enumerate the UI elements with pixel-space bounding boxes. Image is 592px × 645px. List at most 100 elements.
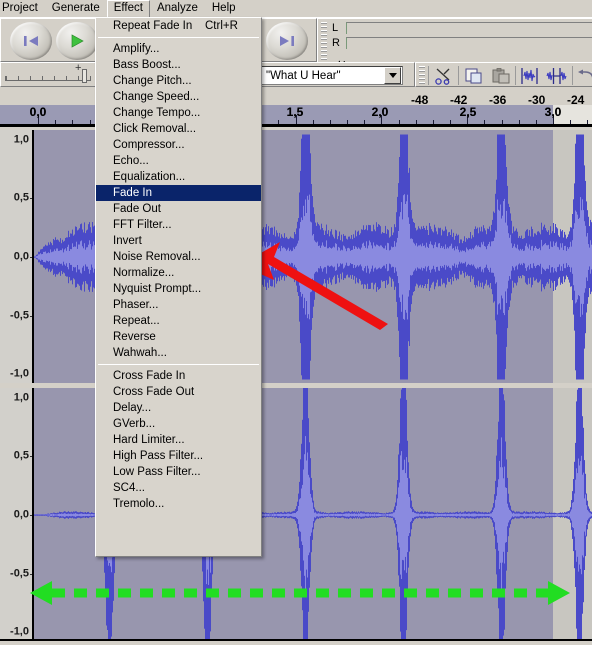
device-toolbar: "What U Hear"	[255, 62, 415, 87]
menu-item-normalize[interactable]: Normalize...	[96, 265, 261, 281]
input-device-select[interactable]: "What U Hear"	[261, 66, 403, 85]
menu-generate[interactable]: Generate	[45, 0, 107, 17]
play-icon	[71, 34, 84, 48]
menu-item-change-tempo[interactable]: Change Tempo...	[96, 105, 261, 121]
trim-outside-icon	[521, 67, 538, 84]
cut-button[interactable]	[431, 65, 457, 86]
undo-button[interactable]	[574, 65, 592, 86]
menu-item-compressor[interactable]: Compressor...	[96, 137, 261, 153]
track-right-channel[interactable]: 1,0 0,5 0,0 -0,5 -1,0	[0, 388, 592, 641]
menu-item-label: Low Pass Filter...	[113, 466, 201, 478]
ruler-label-4: 3,0	[544, 105, 562, 119]
menu-item-low-pass-filter[interactable]: Low Pass Filter...	[96, 464, 261, 480]
menu-help[interactable]: Help	[205, 0, 243, 17]
vlabel-t1-2: 0,0	[13, 250, 29, 263]
menu-item-phaser[interactable]: Phaser...	[96, 297, 261, 313]
track-left-channel[interactable]: 1,0 0,5 0,0 -0,5 -1,0	[0, 130, 592, 383]
edit-toolbar-grip[interactable]	[419, 66, 425, 84]
menu-item-label: Reverse	[113, 331, 156, 343]
menu-item-tremolo[interactable]: Tremolo...	[96, 496, 261, 512]
menu-item-gverb[interactable]: GVerb...	[96, 416, 261, 432]
menu-item-wahwah[interactable]: Wahwah...	[96, 345, 261, 361]
menu-item-fade-in[interactable]: Fade In	[96, 185, 261, 201]
menu-item-cross-fade-out[interactable]: Cross Fade Out	[96, 384, 261, 400]
menu-item-label: Compressor...	[113, 139, 185, 151]
copy-button[interactable]	[461, 65, 487, 86]
menu-item-label: Change Tempo...	[113, 107, 201, 119]
copy-icon	[465, 68, 482, 83]
menu-item-label: GVerb...	[113, 418, 156, 430]
menu-item-high-pass-filter[interactable]: High Pass Filter...	[96, 448, 261, 464]
menu-item-reverse[interactable]: Reverse	[96, 329, 261, 345]
menu-item-nyquist-prompt[interactable]: Nyquist Prompt...	[96, 281, 261, 297]
effect-dropdown-menu[interactable]: Repeat Fade In Ctrl+R Amplify... Bass Boo…	[95, 17, 262, 557]
gain-slider-toolbar: +	[0, 62, 104, 87]
gain-slider-track[interactable]	[5, 76, 91, 81]
menu-item-invert[interactable]: Invert	[96, 233, 261, 249]
menu-group-plugin-effects: Cross Fade In Cross Fade Out Delay... GVerb…	[96, 368, 261, 512]
meter-channel-label-r: R	[332, 37, 340, 49]
silence-button[interactable]	[544, 65, 570, 86]
menu-item-label: Hard Limiter...	[113, 434, 185, 446]
vlabel-t2-3: -0,5	[10, 567, 29, 580]
menu-item-label: High Pass Filter...	[113, 450, 204, 462]
menu-item-noise-removal[interactable]: Noise Removal...	[96, 249, 261, 265]
gain-plus-label: +	[75, 62, 82, 74]
menu-item-fft-filter[interactable]: FFT Filter...	[96, 217, 261, 233]
menu-project[interactable]: Project	[0, 0, 45, 17]
transport-toolbar-right	[255, 18, 317, 62]
vertical-ruler-track2: 1,0 0,5 0,0 -0,5 -1,0	[0, 388, 33, 641]
chevron-down-icon[interactable]	[384, 67, 401, 84]
menu-item-label: Delay...	[113, 402, 152, 414]
menu-analyze[interactable]: Analyze	[150, 0, 205, 17]
menu-item-equalization[interactable]: Equalization...	[96, 169, 261, 185]
menu-item-label: Invert	[113, 235, 142, 247]
transport-toolbar	[0, 18, 104, 62]
menu-item-echo[interactable]: Echo...	[96, 153, 261, 169]
scissors-icon	[435, 68, 450, 85]
trim-button[interactable]	[517, 65, 543, 86]
toolbar-area: + L R -48 -42 -36 -30 -24 "What U Hear"	[0, 17, 592, 107]
ruler-label-2: 2,0	[371, 105, 389, 119]
toolbar-divider	[428, 66, 429, 85]
menu-item-delay[interactable]: Delay...	[96, 400, 261, 416]
menu-separator	[98, 37, 259, 38]
toolbar-divider	[515, 66, 516, 85]
triangle-down-icon	[388, 73, 397, 78]
meter-channel-label-l: L	[332, 22, 339, 34]
menu-item-label: Fade Out	[113, 203, 161, 215]
ruler-label-1: 1,5	[286, 105, 304, 119]
skip-start-button[interactable]	[10, 22, 52, 60]
play-button[interactable]	[56, 22, 98, 60]
vlabel-t2-1: 0,5	[13, 449, 29, 462]
gain-slider-thumb[interactable]	[82, 69, 87, 83]
menu-item-hard-limiter[interactable]: Hard Limiter...	[96, 432, 261, 448]
vlabel-t1-1: 0,5	[13, 191, 29, 204]
menu-item-label: Cross Fade In	[113, 370, 186, 382]
menu-item-label: Change Pitch...	[113, 75, 192, 87]
menu-item-cross-fade-in[interactable]: Cross Fade In	[96, 368, 261, 384]
menu-item-click-removal[interactable]: Click Removal...	[96, 121, 261, 137]
timeline-ruler[interactable]: 0,0 1,5 2,0 2,5 3,0	[0, 105, 592, 127]
menu-item-repeat-fade-in[interactable]: Repeat Fade In Ctrl+R	[96, 18, 261, 34]
paste-button[interactable]	[488, 65, 514, 86]
menu-item-fade-out[interactable]: Fade Out	[96, 201, 261, 217]
menu-item-change-pitch[interactable]: Change Pitch...	[96, 73, 261, 89]
menu-item-label: Amplify...	[113, 43, 160, 55]
menu-item-bass-boost[interactable]: Bass Boost...	[96, 57, 261, 73]
menu-separator	[98, 364, 259, 365]
skip-end-button[interactable]	[266, 22, 308, 60]
menu-item-change-speed[interactable]: Change Speed...	[96, 89, 261, 105]
menu-item-label: SC4...	[113, 482, 145, 494]
menu-item-amplify[interactable]: Amplify...	[96, 41, 261, 57]
vlabel-t2-0: 1,0	[13, 391, 29, 404]
menu-item-label: Cross Fade Out	[113, 386, 195, 398]
meter-bar-right	[346, 37, 592, 49]
menu-effect[interactable]: Effect	[106, 0, 150, 18]
menu-item-repeat[interactable]: Repeat...	[96, 313, 261, 329]
toolbar-divider	[458, 66, 459, 85]
ruler-label-0: 0,0	[29, 105, 47, 119]
menu-item-sc4[interactable]: SC4...	[96, 480, 261, 496]
menu-group-builtin-effects: Amplify... Bass Boost... Change Pitch... Ch…	[96, 41, 261, 361]
menu-item-label: Equalization...	[113, 171, 186, 183]
